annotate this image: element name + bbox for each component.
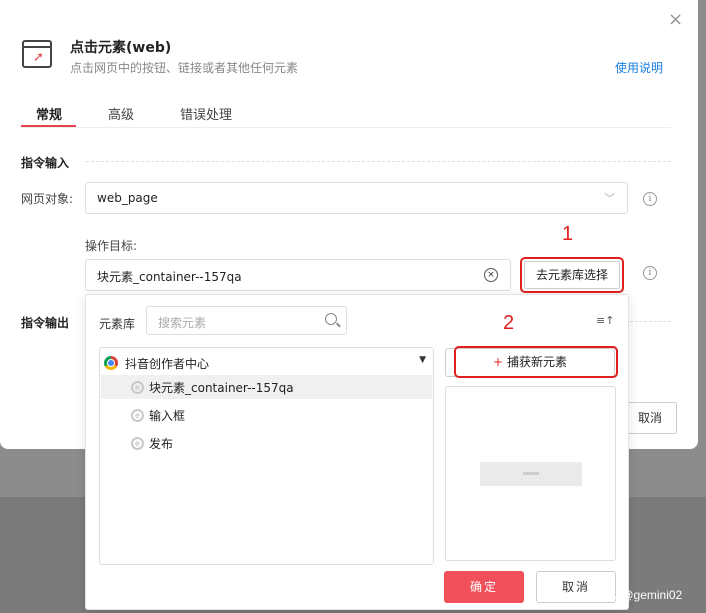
element-library-label: 元素库 [99,317,136,331]
section-divider [86,161,671,162]
page-object-label: 网页对象: [21,192,74,206]
click-element-icon: ➚ [22,40,52,68]
element-preview [445,386,616,561]
usage-link[interactable]: 使用说明 [615,59,663,76]
sort-icon[interactable]: ≡↑ [596,314,614,327]
page-object-value: web_page [97,191,158,205]
watermark: CSDN @gemini02 [584,588,683,602]
tab-advanced[interactable]: 高级 [108,104,134,123]
info-icon[interactable]: i [643,266,657,280]
target-input[interactable]: 块元素_container--157qa × [85,259,511,291]
tab-general[interactable]: 常规 [36,104,62,123]
close-icon[interactable]: × [668,10,683,30]
tabs-divider [21,127,671,128]
page-object-select[interactable]: web_page ﹀ [85,182,628,214]
element-search-input[interactable]: 搜索元素 [146,306,347,335]
web-element-icon: e [131,409,144,422]
input-section-title: 指令输入 [21,156,70,170]
tab-error-handling[interactable]: 错误处理 [180,104,232,123]
tree-item[interactable]: e 输入框 [101,403,432,427]
caret-down-icon[interactable]: ▼ [419,355,426,365]
section-divider [630,321,671,322]
element-tree: 抖音创作者中心 ▼ e 块元素_container--157qa e 输入框 e… [99,347,434,565]
chrome-icon [104,356,118,370]
search-icon [325,313,337,325]
tree-item[interactable]: e 块元素_container--157qa [101,375,432,399]
output-section-title: 指令输出 [21,316,70,330]
search-placeholder: 搜索元素 [158,316,207,330]
annotation-marker-1: 1 [562,223,574,245]
dialog-title: 点击元素(web) [70,40,172,56]
annotation-box-1 [520,257,624,293]
annotation-marker-2: 2 [503,312,515,334]
dialog-subtitle: 点击网页中的按钮、链接或者其他任何元素 [70,61,299,75]
tree-group-douyin[interactable]: 抖音创作者中心 ▼ [104,353,430,373]
tree-item-label: 发布 [149,437,174,451]
tree-group-label: 抖音创作者中心 [125,357,210,371]
tree-item-label: 输入框 [149,409,186,423]
preview-placeholder [480,462,582,486]
annotation-box-2 [454,346,618,378]
confirm-button[interactable]: 确定 [444,571,524,603]
tree-item-label: 块元素_container--157qa [149,381,294,395]
target-value: 块元素_container--157qa [97,270,242,284]
web-element-icon: e [131,381,144,394]
clear-icon[interactable]: × [484,268,498,282]
info-icon[interactable]: i [643,192,657,206]
target-label: 操作目标: [85,239,138,253]
chevron-down-icon: ﹀ [604,192,615,205]
web-element-icon: e [131,437,144,450]
element-picker-popup: 元素库 搜索元素 2 ≡↑ 抖音创作者中心 ▼ e 块元素_container-… [85,294,629,610]
tree-item[interactable]: e 发布 [101,431,432,455]
